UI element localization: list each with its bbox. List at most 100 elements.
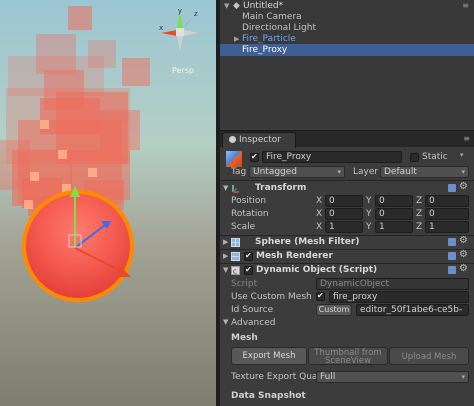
- x-axis-arrow-icon: [117, 265, 131, 277]
- move-tool-gizmo[interactable]: [55, 183, 145, 283]
- axis-z-label[interactable]: Z: [416, 222, 422, 232]
- mesh-renderer-enabled-checkbox[interactable]: [244, 251, 253, 261]
- gizmo-y-label: y: [178, 8, 182, 15]
- gear-icon[interactable]: ⚙: [459, 249, 468, 260]
- fire-particle-quad: [0, 140, 30, 190]
- hierarchy-item-fire-proxy[interactable]: Fire_Proxy: [220, 44, 474, 56]
- axis-z-label[interactable]: Z: [416, 196, 422, 206]
- axis-y-label[interactable]: Y: [366, 196, 372, 206]
- fire-particle-spark: [40, 120, 49, 129]
- row-label: Position: [231, 196, 267, 206]
- component-buttons: ⚙: [448, 249, 470, 261]
- rotation-y-field[interactable]: 0: [375, 208, 413, 220]
- object-name-field[interactable]: Fire_Proxy: [262, 151, 402, 163]
- dynamic-object-header[interactable]: ▼ c Dynamic Object (Script) ⚙: [220, 263, 474, 277]
- right-panel: ▼ ◆ Untitled* ≡ Main Camera Directional …: [220, 0, 474, 406]
- gizmo-x-cone-icon: [161, 30, 177, 36]
- collapse-arrow-icon[interactable]: ▼: [223, 182, 228, 195]
- component-title: Sphere (Mesh Filter): [255, 237, 360, 247]
- static-checkbox[interactable]: [410, 153, 419, 162]
- fire-particle-quad: [40, 98, 100, 134]
- fire-particle-spark: [30, 172, 39, 181]
- row-label: Rotation: [231, 209, 269, 219]
- custom-mesh-name-field[interactable]: fire_proxy: [329, 291, 469, 303]
- texture-export-quality-dropdown[interactable]: Full: [316, 371, 469, 383]
- axis-x-label[interactable]: X: [316, 222, 322, 232]
- tag-label: Tag: [231, 167, 247, 177]
- component-title: Dynamic Object (Script): [256, 265, 378, 275]
- fire-particle-quad: [100, 110, 140, 150]
- panel-menu-icon[interactable]: ≡: [463, 134, 470, 143]
- axis-z-label[interactable]: Z: [416, 209, 422, 219]
- axis-y-label[interactable]: Y: [366, 222, 372, 232]
- fire-particle-spark: [58, 150, 67, 159]
- component-title: Transform: [255, 183, 307, 193]
- divider: [220, 180, 474, 181]
- mesh-filter-header[interactable]: ▶ Sphere (Mesh Filter) ⚙: [220, 235, 474, 249]
- gizmo-x-label: x: [159, 24, 163, 32]
- fire-particle-quad: [122, 58, 150, 86]
- rotation-z-field[interactable]: 0: [425, 208, 469, 220]
- static-dropdown-icon[interactable]: ▾: [460, 151, 464, 159]
- gear-icon[interactable]: ⚙: [459, 263, 468, 274]
- axis-x-label[interactable]: X: [316, 196, 322, 206]
- use-custom-mesh-checkbox[interactable]: [316, 291, 325, 301]
- data-snapshot-section-heading: Data Snapshot: [231, 391, 306, 401]
- scale-x-field[interactable]: 1: [325, 221, 363, 233]
- hierarchy-item-label: Fire_Proxy: [242, 45, 288, 55]
- expand-arrow-icon[interactable]: ▶: [223, 250, 228, 263]
- help-book-icon[interactable]: [448, 252, 456, 260]
- collapse-arrow-icon[interactable]: ▼: [223, 264, 228, 277]
- mesh-section-heading: Mesh: [231, 333, 258, 343]
- export-mesh-button[interactable]: Export Mesh: [231, 347, 307, 365]
- active-checkbox[interactable]: [250, 152, 259, 162]
- position-x-field[interactable]: 0: [325, 195, 363, 207]
- thumbnail-from-sceneview-button[interactable]: Thumbnail from SceneView: [308, 347, 388, 365]
- upload-mesh-button[interactable]: Upload Mesh: [389, 347, 469, 365]
- scale-z-field[interactable]: 1: [425, 221, 469, 233]
- gizmo-x-neg-cone-icon: [183, 30, 199, 36]
- axis-y-label[interactable]: Y: [366, 209, 372, 219]
- id-source-field[interactable]: editor_50f1abe6-ce5b-: [356, 304, 469, 316]
- svg-text:c: c: [233, 268, 237, 276]
- mesh-renderer-header[interactable]: ▶ Mesh Renderer ⚙: [220, 249, 474, 263]
- mesh-filter-icon: [231, 238, 240, 247]
- layer-dropdown[interactable]: Default: [380, 166, 469, 178]
- advanced-foldout-arrow-icon[interactable]: ▼: [223, 318, 228, 326]
- help-book-icon[interactable]: [448, 266, 456, 274]
- gizmo-y-neg-cone-icon: [177, 36, 183, 52]
- gameobject-icon: [226, 151, 242, 167]
- help-book-icon[interactable]: [448, 184, 456, 192]
- tab-inspector[interactable]: Inspector: [222, 132, 296, 148]
- help-book-icon[interactable]: [448, 238, 456, 246]
- id-source-mode-button[interactable]: Custom: [316, 304, 352, 316]
- gear-icon[interactable]: ⚙: [459, 235, 468, 246]
- gizmo-z-neg-cone-icon: [167, 36, 177, 47]
- rotation-x-field[interactable]: 0: [325, 208, 363, 220]
- fire-particle-spark: [88, 168, 97, 177]
- expand-arrow-icon[interactable]: ▶: [223, 236, 228, 249]
- position-z-field[interactable]: 0: [425, 195, 469, 207]
- gizmo-z-label: z: [194, 10, 198, 18]
- orientation-gizmo[interactable]: y x z: [157, 8, 203, 56]
- scale-y-field[interactable]: 1: [375, 221, 413, 233]
- advanced-foldout-label[interactable]: Advanced: [231, 318, 275, 328]
- use-custom-mesh-label: Use Custom Mesh: [231, 292, 312, 302]
- fire-particle-quad: [68, 6, 92, 30]
- component-buttons: ⚙: [448, 235, 470, 247]
- gear-icon[interactable]: ⚙: [459, 181, 468, 192]
- transform-header[interactable]: ▼ Transform ⚙: [220, 181, 474, 195]
- info-icon: [229, 136, 236, 143]
- script-icon: c: [231, 266, 240, 275]
- scene-view[interactable]: y x z Persp: [0, 0, 216, 406]
- layer-label: Layer: [353, 167, 379, 177]
- axis-x-label[interactable]: X: [316, 209, 322, 219]
- view-mode-label[interactable]: Persp: [172, 66, 194, 75]
- fire-particle-spark: [24, 200, 33, 209]
- dynamic-object-enabled-checkbox[interactable]: [244, 265, 253, 275]
- static-label: Static: [422, 152, 448, 162]
- tag-dropdown[interactable]: Untagged: [249, 166, 345, 178]
- position-y-field[interactable]: 0: [375, 195, 413, 207]
- y-axis-arrow-icon: [70, 186, 80, 197]
- tab-label: Inspector: [239, 135, 281, 145]
